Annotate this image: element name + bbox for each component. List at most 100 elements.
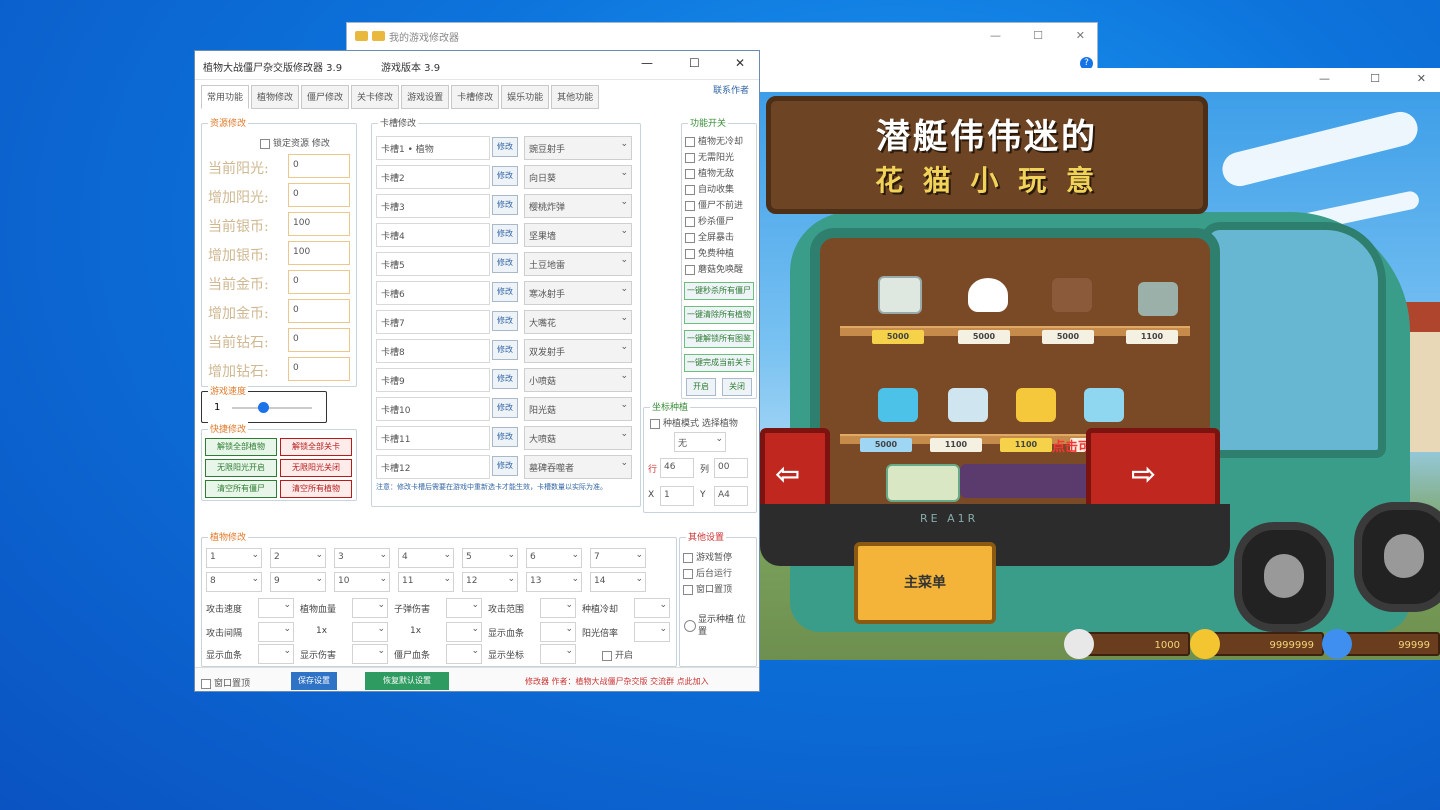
- setting-dropdown[interactable]: [352, 644, 388, 664]
- slot-modify-button[interactable]: 修改: [492, 369, 518, 389]
- tab-zombies[interactable]: 僵尸修改: [301, 85, 350, 109]
- game-titlebar[interactable]: — ☐ ✕: [760, 68, 1440, 93]
- tab-levels[interactable]: 关卡修改: [351, 85, 400, 109]
- slot-input[interactable]: 卡槽5: [376, 252, 490, 276]
- tab-plants[interactable]: 植物修改: [251, 85, 300, 109]
- plant-slot-dropdown[interactable]: 4: [398, 548, 454, 568]
- slot-input[interactable]: 卡槽4: [376, 223, 490, 247]
- setting-dropdown[interactable]: [258, 598, 294, 618]
- setting-dropdown[interactable]: [352, 622, 388, 642]
- setting-dropdown[interactable]: [634, 622, 670, 642]
- plant-slot-dropdown[interactable]: 10: [334, 572, 390, 592]
- coordinate-checkbox[interactable]: 种植模式 选择植物: [650, 416, 738, 429]
- slot-input[interactable]: 卡槽9: [376, 368, 490, 392]
- slot-input[interactable]: 卡槽3: [376, 194, 490, 218]
- quick-button[interactable]: 无限阳光关闭: [280, 459, 352, 477]
- misc-checkbox[interactable]: 游戏暂停: [683, 550, 732, 563]
- shop-item-card[interactable]: [878, 276, 922, 314]
- toggle-radio[interactable]: [684, 620, 696, 632]
- setting-checkbox[interactable]: 开启: [602, 648, 633, 661]
- slot-input[interactable]: 卡槽7: [376, 310, 490, 334]
- option-checkbox[interactable]: 全屏暴击: [685, 230, 734, 243]
- author-info[interactable]: 修改器 作者：植物大战僵尸杂交版 交流群 点此加入: [525, 676, 757, 687]
- game-window[interactable]: — ☐ ✕ 5000 5000 5000 1100 5000 1100 1100…: [760, 68, 1440, 660]
- plant-slot-dropdown[interactable]: 14: [590, 572, 646, 592]
- action-button[interactable]: 一键解锁所有图鉴: [684, 330, 754, 348]
- slot-modify-button[interactable]: 修改: [492, 166, 518, 186]
- resource-input[interactable]: 0: [288, 328, 350, 352]
- slot-input[interactable]: 卡槽12: [376, 455, 490, 479]
- resource-input[interactable]: 0: [288, 357, 350, 381]
- misc-checkbox[interactable]: 窗口置顶: [683, 582, 732, 595]
- game-scene[interactable]: 5000 5000 5000 1100 5000 1100 1100 1100 …: [760, 92, 1440, 660]
- plant-slot-dropdown[interactable]: 1: [206, 548, 262, 568]
- resource-input[interactable]: 0: [288, 299, 350, 323]
- setting-dropdown[interactable]: [258, 622, 294, 642]
- tab-other[interactable]: 其他功能: [551, 85, 600, 109]
- shop-item-rake[interactable]: [1138, 282, 1178, 316]
- contact-link[interactable]: 联系作者: [713, 83, 749, 96]
- slot-modify-button[interactable]: 修改: [492, 137, 518, 157]
- quick-button[interactable]: 清空所有植物: [280, 480, 352, 498]
- tab-slots[interactable]: 卡槽修改: [451, 85, 500, 109]
- close-button[interactable]: ✕: [1417, 72, 1426, 85]
- quick-button[interactable]: 无限阳光开启: [205, 459, 277, 477]
- plant-slot-dropdown[interactable]: 3: [334, 548, 390, 568]
- resource-input[interactable]: 0: [288, 270, 350, 294]
- setting-dropdown[interactable]: [352, 598, 388, 618]
- plant-select[interactable]: 向日葵: [524, 165, 632, 189]
- plant-select[interactable]: 坚果墙: [524, 223, 632, 247]
- minimize-button[interactable]: —: [1319, 72, 1330, 85]
- slot-modify-button[interactable]: 修改: [492, 224, 518, 244]
- prev-page-button[interactable]: ⇦: [760, 428, 830, 514]
- quick-button[interactable]: 解锁全部关卡: [280, 438, 352, 456]
- misc-checkbox[interactable]: 后台运行: [683, 566, 732, 579]
- shop-item-tool[interactable]: [1052, 278, 1092, 312]
- plant-select[interactable]: 大嘴花: [524, 310, 632, 334]
- trainer-titlebar[interactable]: 植物大战僵尸杂交版修改器 3.9 游戏版本 3.9 — ☐ ✕: [195, 51, 759, 80]
- plant-select[interactable]: 双发射手: [524, 339, 632, 363]
- slot-modify-button[interactable]: 修改: [492, 340, 518, 360]
- trainer-window[interactable]: 植物大战僵尸杂交版修改器 3.9 游戏版本 3.9 — ☐ ✕ 联系作者 常用功…: [194, 50, 760, 692]
- shop-item-water[interactable]: [878, 388, 918, 422]
- slot-modify-button[interactable]: 修改: [492, 311, 518, 331]
- setting-dropdown[interactable]: [446, 622, 482, 642]
- slot-modify-button[interactable]: 修改: [492, 398, 518, 418]
- setting-dropdown[interactable]: [446, 644, 482, 664]
- lock-resource-checkbox[interactable]: 锁定资源 修改: [260, 136, 330, 149]
- option-checkbox[interactable]: 免费种植: [685, 246, 734, 259]
- action-button[interactable]: 一键秒杀所有僵尸: [684, 282, 754, 300]
- plant-select[interactable]: 土豆地雷: [524, 252, 632, 276]
- disable-button[interactable]: 关闭: [722, 378, 752, 396]
- maximize-button[interactable]: ☐: [689, 56, 700, 70]
- setting-dropdown[interactable]: [258, 644, 294, 664]
- setting-dropdown[interactable]: [540, 598, 576, 618]
- plant-slot-dropdown[interactable]: 2: [270, 548, 326, 568]
- enable-button[interactable]: 开启: [686, 378, 716, 396]
- slot-input[interactable]: 卡槽1 • 植物: [376, 136, 490, 160]
- setting-dropdown[interactable]: [446, 598, 482, 618]
- plant-select[interactable]: 小喷菇: [524, 368, 632, 392]
- shop-item-gold[interactable]: [1016, 388, 1056, 422]
- tab-fun[interactable]: 娱乐功能: [501, 85, 550, 109]
- slot-input[interactable]: 卡槽6: [376, 281, 490, 305]
- plant-slot-dropdown[interactable]: 9: [270, 572, 326, 592]
- shop-item-cup[interactable]: [948, 388, 988, 422]
- close-button[interactable]: ✕: [1076, 29, 1085, 42]
- plant-slot-dropdown[interactable]: 8: [206, 572, 262, 592]
- shop-item-bag[interactable]: [968, 278, 1008, 312]
- resource-input[interactable]: 100: [288, 212, 350, 236]
- next-page-button[interactable]: ⇨: [1086, 428, 1220, 514]
- plant-slot-dropdown[interactable]: 13: [526, 572, 582, 592]
- action-button[interactable]: 一键清除所有植物: [684, 306, 754, 324]
- coord-input[interactable]: A4: [714, 486, 748, 506]
- reset-defaults-button[interactable]: 恢复默认设置: [365, 672, 449, 690]
- option-checkbox[interactable]: 自动收集: [685, 182, 734, 195]
- plant-select[interactable]: 寒冰射手: [524, 281, 632, 305]
- resource-input[interactable]: 0: [288, 154, 350, 178]
- option-checkbox[interactable]: 植物无冷却: [685, 134, 743, 147]
- resource-input[interactable]: 100: [288, 241, 350, 265]
- tab-settings[interactable]: 游戏设置: [401, 85, 450, 109]
- plant-slot-dropdown[interactable]: 12: [462, 572, 518, 592]
- minimize-button[interactable]: —: [990, 29, 1001, 42]
